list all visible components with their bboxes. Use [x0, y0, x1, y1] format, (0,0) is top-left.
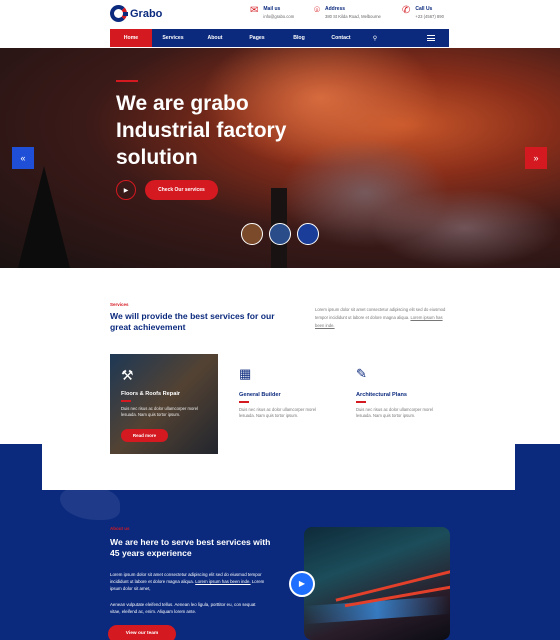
search-icon[interactable]: ⚲: [362, 35, 388, 42]
hero-title-line1: We are grabo: [116, 92, 249, 115]
service-card-featured[interactable]: ⚒ Floors & Roofs Repair Duis nec risus a…: [110, 354, 218, 454]
nav-blog[interactable]: Blog: [278, 29, 320, 47]
contact-address-title: Address: [325, 6, 346, 12]
play-icon: ▶: [298, 579, 306, 588]
service-accent-bar: [239, 401, 249, 403]
services-title: We will provide the best services for ou…: [110, 311, 275, 332]
hero-slider: We are grabo Industrial factory solution…: [0, 48, 560, 268]
contact-address: ⌾ Address 380 St Kilda Road, Melbourne: [314, 6, 381, 20]
bridge-image: [304, 527, 450, 640]
location-pin-icon: ⌾: [314, 5, 320, 16]
service-card-general-builder[interactable]: ▦ General Builder Duis nec risus ac dolo…: [239, 366, 339, 419]
logo-g-icon: [110, 5, 128, 22]
hero-title-line3: solution: [116, 146, 198, 169]
brick-wall-icon: ▦: [239, 366, 252, 381]
nav-services[interactable]: Services: [152, 29, 194, 47]
service-accent-bar: [356, 401, 366, 403]
tools-icon: ⚒: [121, 367, 134, 383]
service-card-architectural-plans[interactable]: ✎ Architectural Plans Duis nec risus ac …: [356, 366, 456, 419]
service-title: Floors & Roofs Repair: [121, 391, 181, 397]
double-chevron-right-icon: »: [533, 153, 539, 163]
check-services-button[interactable]: Check Our services: [145, 180, 218, 200]
hero-smoke-cloud: [370, 188, 560, 268]
slider-prev-button[interactable]: «: [12, 147, 34, 169]
service-description: Duis nec risus ac dolor ullamcorper more…: [239, 406, 317, 418]
hero-title-line2: Industrial factory: [116, 119, 287, 142]
service-description: Duis nec risus ac dolor ullamcorper more…: [356, 406, 434, 418]
about-paragraph-2: Aenean vulputate eleifend tellus. Aenean…: [110, 602, 256, 614]
top-header: Grabo ✉ Mail us info@grabo.com ⌾ Address…: [0, 0, 560, 28]
slider-thumbnail[interactable]: [241, 223, 263, 245]
contact-address-value: 380 St Kilda Road, Melbourne: [325, 14, 381, 19]
hero-accent-bar: [116, 80, 138, 82]
mail-icon: ✉: [250, 5, 259, 16]
about-paragraph-1: Lorem ipsum dolor sit amet consectetur a…: [110, 571, 265, 592]
read-more-button[interactable]: Read more: [121, 429, 168, 442]
about-paragraph-link[interactable]: Lorem ipsum has been inde.: [195, 579, 250, 584]
nav-contact[interactable]: Contact: [320, 29, 362, 47]
contact-phone-value[interactable]: +23 (4567) 890: [415, 13, 444, 20]
slider-next-button[interactable]: »: [525, 147, 547, 169]
contact-phone-title: Call Us: [415, 6, 433, 12]
main-nav: Home Services About Pages Blog Contact ⚲: [110, 29, 449, 47]
service-title: Architectural Plans: [356, 392, 407, 398]
hero-title: We are grabo Industrial factory solution: [116, 90, 376, 171]
service-description: Duis nec risus ac dolor ullamcorper more…: [121, 406, 199, 417]
contact-phone: ✆ Call Us +23 (4567) 890: [402, 6, 444, 20]
ruler-pencil-icon: ✎: [356, 366, 367, 381]
double-chevron-left-icon: «: [20, 153, 26, 163]
play-icon: ▶: [123, 187, 129, 194]
services-label: Services: [110, 302, 129, 307]
brand-logo[interactable]: Grabo: [110, 5, 162, 22]
contact-mail-value[interactable]: info@grabo.com: [263, 13, 294, 20]
hero-play-button[interactable]: ▶: [116, 180, 136, 200]
slider-thumbnail[interactable]: [297, 223, 319, 245]
about-label: About us: [110, 526, 130, 531]
tree-silhouette: [18, 166, 70, 268]
video-play-button[interactable]: ▶: [289, 571, 315, 597]
service-accent-bar: [121, 400, 131, 402]
contact-mail-title: Mail us: [263, 6, 281, 12]
slider-thumbnail[interactable]: [269, 223, 291, 245]
nav-pages[interactable]: Pages: [236, 29, 278, 47]
services-description: Lorem ipsum dolor sit amet consectetur a…: [315, 306, 450, 330]
hamburger-menu-icon[interactable]: [427, 35, 435, 41]
nav-home[interactable]: Home: [110, 29, 152, 47]
about-title: We are here to serve best services with …: [110, 537, 271, 558]
view-team-button[interactable]: View our team: [108, 625, 176, 640]
contact-mail: ✉ Mail us info@grabo.com: [250, 6, 294, 20]
nav-about[interactable]: About: [194, 29, 236, 47]
service-title: General Builder: [239, 392, 281, 398]
phone-icon: ✆: [402, 5, 411, 16]
brand-name: Grabo: [130, 7, 163, 20]
